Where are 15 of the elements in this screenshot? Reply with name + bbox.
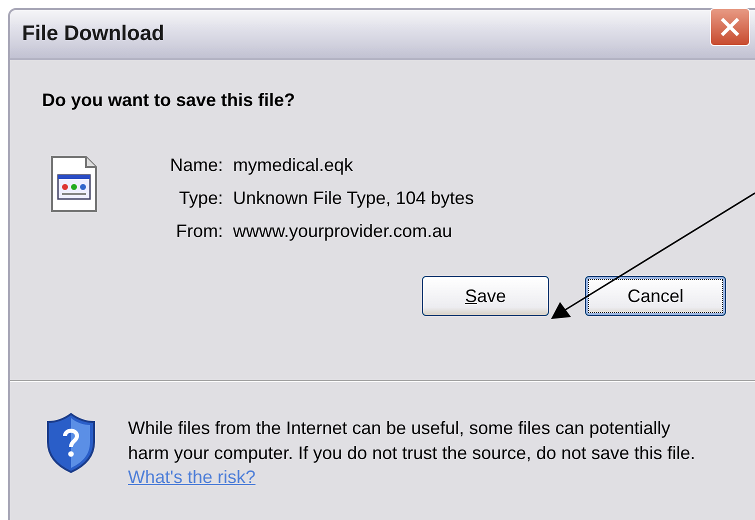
window-title: File Download [22,22,164,46]
field-value: wwww.yourprovider.com.au [233,221,454,242]
field-label: Name: [170,155,224,176]
field-value: Unknown File Type, 104 bytes [233,188,474,209]
file-icon [50,155,98,213]
close-icon [719,16,741,38]
field-label: From: [175,221,224,242]
dialog-question: Do you want to save this file? [42,90,296,111]
cancel-button[interactable]: Cancel [585,276,726,316]
close-button[interactable] [710,8,750,46]
field-label: Type: [178,188,224,209]
shield-icon [46,412,96,474]
save-button[interactable]: Save [422,276,549,316]
field-value: mymedical.eqk [233,155,354,176]
warning-text: While files from the Internet can be useful, some files can potentially harm your computer. If you do not trust the source, do not save this file. What's the risk? [128,417,696,489]
